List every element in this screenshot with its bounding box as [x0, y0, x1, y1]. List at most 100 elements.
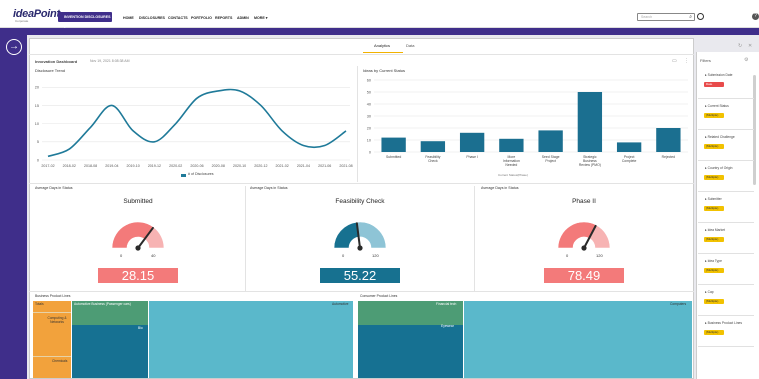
bar [577, 92, 603, 152]
filter-label[interactable]: ▸ Idea Type [705, 259, 722, 263]
user-icon[interactable] [697, 13, 704, 20]
x-tick-label: 2018-02 [63, 164, 76, 168]
gauge-min: 0 [566, 253, 569, 258]
legend-swatch [181, 174, 186, 177]
filter-value-chip[interactable]: (Multiple) [704, 330, 724, 335]
comment-icon[interactable]: ▭ [672, 58, 677, 64]
gauge-max: 120 [372, 253, 379, 258]
filter-label[interactable]: ▸ Idea Market [705, 228, 725, 232]
filter-separator [698, 315, 754, 316]
nav-portfolio[interactable]: PORTFOLIO [191, 16, 212, 20]
gauge-divider-2 [474, 186, 475, 291]
more-options-icon[interactable]: ⋮ [684, 58, 689, 64]
x-category-label: Phase I [466, 155, 478, 159]
filter-value-chip[interactable]: Date [704, 82, 724, 87]
x-tick-label: 2017-02 [41, 164, 54, 168]
x-category-label: Review (PMO) [579, 163, 601, 167]
filter-label[interactable]: ▸ Related Challenge [705, 135, 735, 139]
gauge-min: 0 [120, 253, 123, 258]
gauge-min: 0 [342, 253, 345, 258]
gauge-divider-1 [245, 186, 246, 291]
tile-label: Financial tech [436, 302, 457, 306]
header-band [0, 28, 759, 35]
treemap-tile-consumer-light[interactable] [464, 301, 692, 378]
dashboard-date: Nov 19, 2021 8:08:38 AM [90, 59, 130, 63]
y-tick-label: 10 [35, 122, 39, 126]
tab-analytics[interactable]: Analytics [374, 43, 390, 48]
x-category-label: Check [428, 159, 438, 163]
filter-separator [698, 253, 754, 254]
filters-scrollbar[interactable] [753, 75, 756, 185]
filter-value-chip[interactable]: (Multiple) [704, 175, 724, 180]
close-icon[interactable]: ✕ [748, 43, 752, 49]
tile-label: Automotive Business (Passenger cars) [74, 302, 131, 306]
status-bar-chart: 0102030405060Submitted FeasibilityCheckPh… [367, 78, 688, 167]
filter-separator [698, 160, 754, 161]
nav-disclosures[interactable]: DISCLOSURES [139, 16, 165, 20]
gauge-section-title-1: Average Days in Status [35, 186, 73, 190]
y-tick-label: 0 [37, 158, 39, 162]
filter-label[interactable]: ▸ Business Product Lines [705, 321, 742, 325]
tile-label: Totals [35, 302, 44, 306]
search-input[interactable]: Search ⌕ [637, 13, 695, 21]
nav-contacts[interactable]: CONTACTS [168, 16, 188, 20]
bar-xaxis-title: Current Status(Phase) [498, 173, 528, 177]
filter-settings-icon[interactable]: ⚙ [744, 57, 748, 63]
filter-label[interactable]: ▸ Submitter [705, 197, 722, 201]
treemap-tile-business-blue[interactable] [72, 325, 148, 378]
filter-value-chip[interactable]: (Multiple) [704, 299, 724, 304]
treemap-title-consumer: Consumer Product Lines [360, 294, 398, 298]
search-icon[interactable]: ⌕ [689, 14, 692, 20]
y-tick-label: 40 [367, 102, 371, 106]
tile-label: Computing & Networks [47, 316, 67, 324]
gauge-submitted [111, 221, 165, 251]
x-tick-label: 2019-04 [105, 164, 118, 168]
chart-divider [357, 66, 358, 182]
x-tick-label: 2019-12 [148, 164, 161, 168]
treemap-title-business: Business Product Lines [35, 294, 71, 298]
x-category-label: Complete [622, 159, 637, 163]
nav-admin[interactable]: ADMIN [237, 16, 249, 20]
treemap-tile-business-light[interactable] [149, 301, 353, 378]
filter-label[interactable]: ▸ Current Status [705, 104, 729, 108]
workspace-dropdown-button[interactable]: INVENTION DISCLOSURES ▾ [58, 12, 112, 29]
treemap-tile-consumer-blue[interactable] [358, 325, 463, 378]
tile-label: Computers [670, 302, 687, 306]
filter-value-chip[interactable]: (Multiple) [704, 144, 724, 149]
nav-home[interactable]: HOME [123, 16, 134, 20]
tab-data[interactable]: Data [406, 43, 414, 48]
filter-value-chip[interactable]: (Multiple) [704, 268, 724, 273]
y-tick-label: 60 [367, 78, 371, 82]
tile-label: Automotive [332, 302, 349, 306]
search-placeholder: Search [641, 15, 653, 19]
top-bar: ideaPoint Corporate INVENTION DISCLOSURE… [0, 0, 759, 29]
nav-reports[interactable]: REPORTS [215, 16, 232, 20]
bar [381, 137, 406, 152]
tab-divider [29, 54, 694, 55]
refresh-icon[interactable]: ↻ [738, 43, 742, 49]
nav-more[interactable]: MORE ▾ [254, 16, 268, 20]
series-line [47, 88, 347, 158]
filter-label[interactable]: ▸ Submission Date [705, 73, 733, 77]
expand-arrow-icon[interactable]: → [6, 39, 22, 55]
filter-separator [698, 98, 754, 99]
filter-label[interactable]: ▸ Cap [705, 290, 714, 294]
gauge-hub [357, 245, 363, 251]
bar [656, 128, 681, 152]
filter-label[interactable]: ▸ Country of Origin [705, 166, 733, 170]
x-tick-label: 2020-02 [169, 164, 182, 168]
bar [616, 142, 642, 152]
active-tab-indicator [363, 52, 403, 53]
treemap-tile-separator [33, 356, 71, 357]
x-tick-label: 2020-10 [233, 164, 246, 168]
filter-value-chip[interactable]: (Multiple) [704, 206, 724, 211]
filter-value-chip[interactable]: (Multiple) [704, 237, 724, 242]
y-tick-label: 20 [367, 126, 371, 130]
left-rail [0, 35, 27, 379]
gauge-hub [581, 245, 587, 251]
help-icon[interactable]: ? [752, 13, 759, 20]
filter-value-chip[interactable]: (Multiple) [704, 113, 724, 118]
x-category-label: Project [545, 159, 556, 163]
filter-separator [698, 346, 754, 347]
gauge-section-title-2: Average Days in Status [250, 186, 288, 190]
